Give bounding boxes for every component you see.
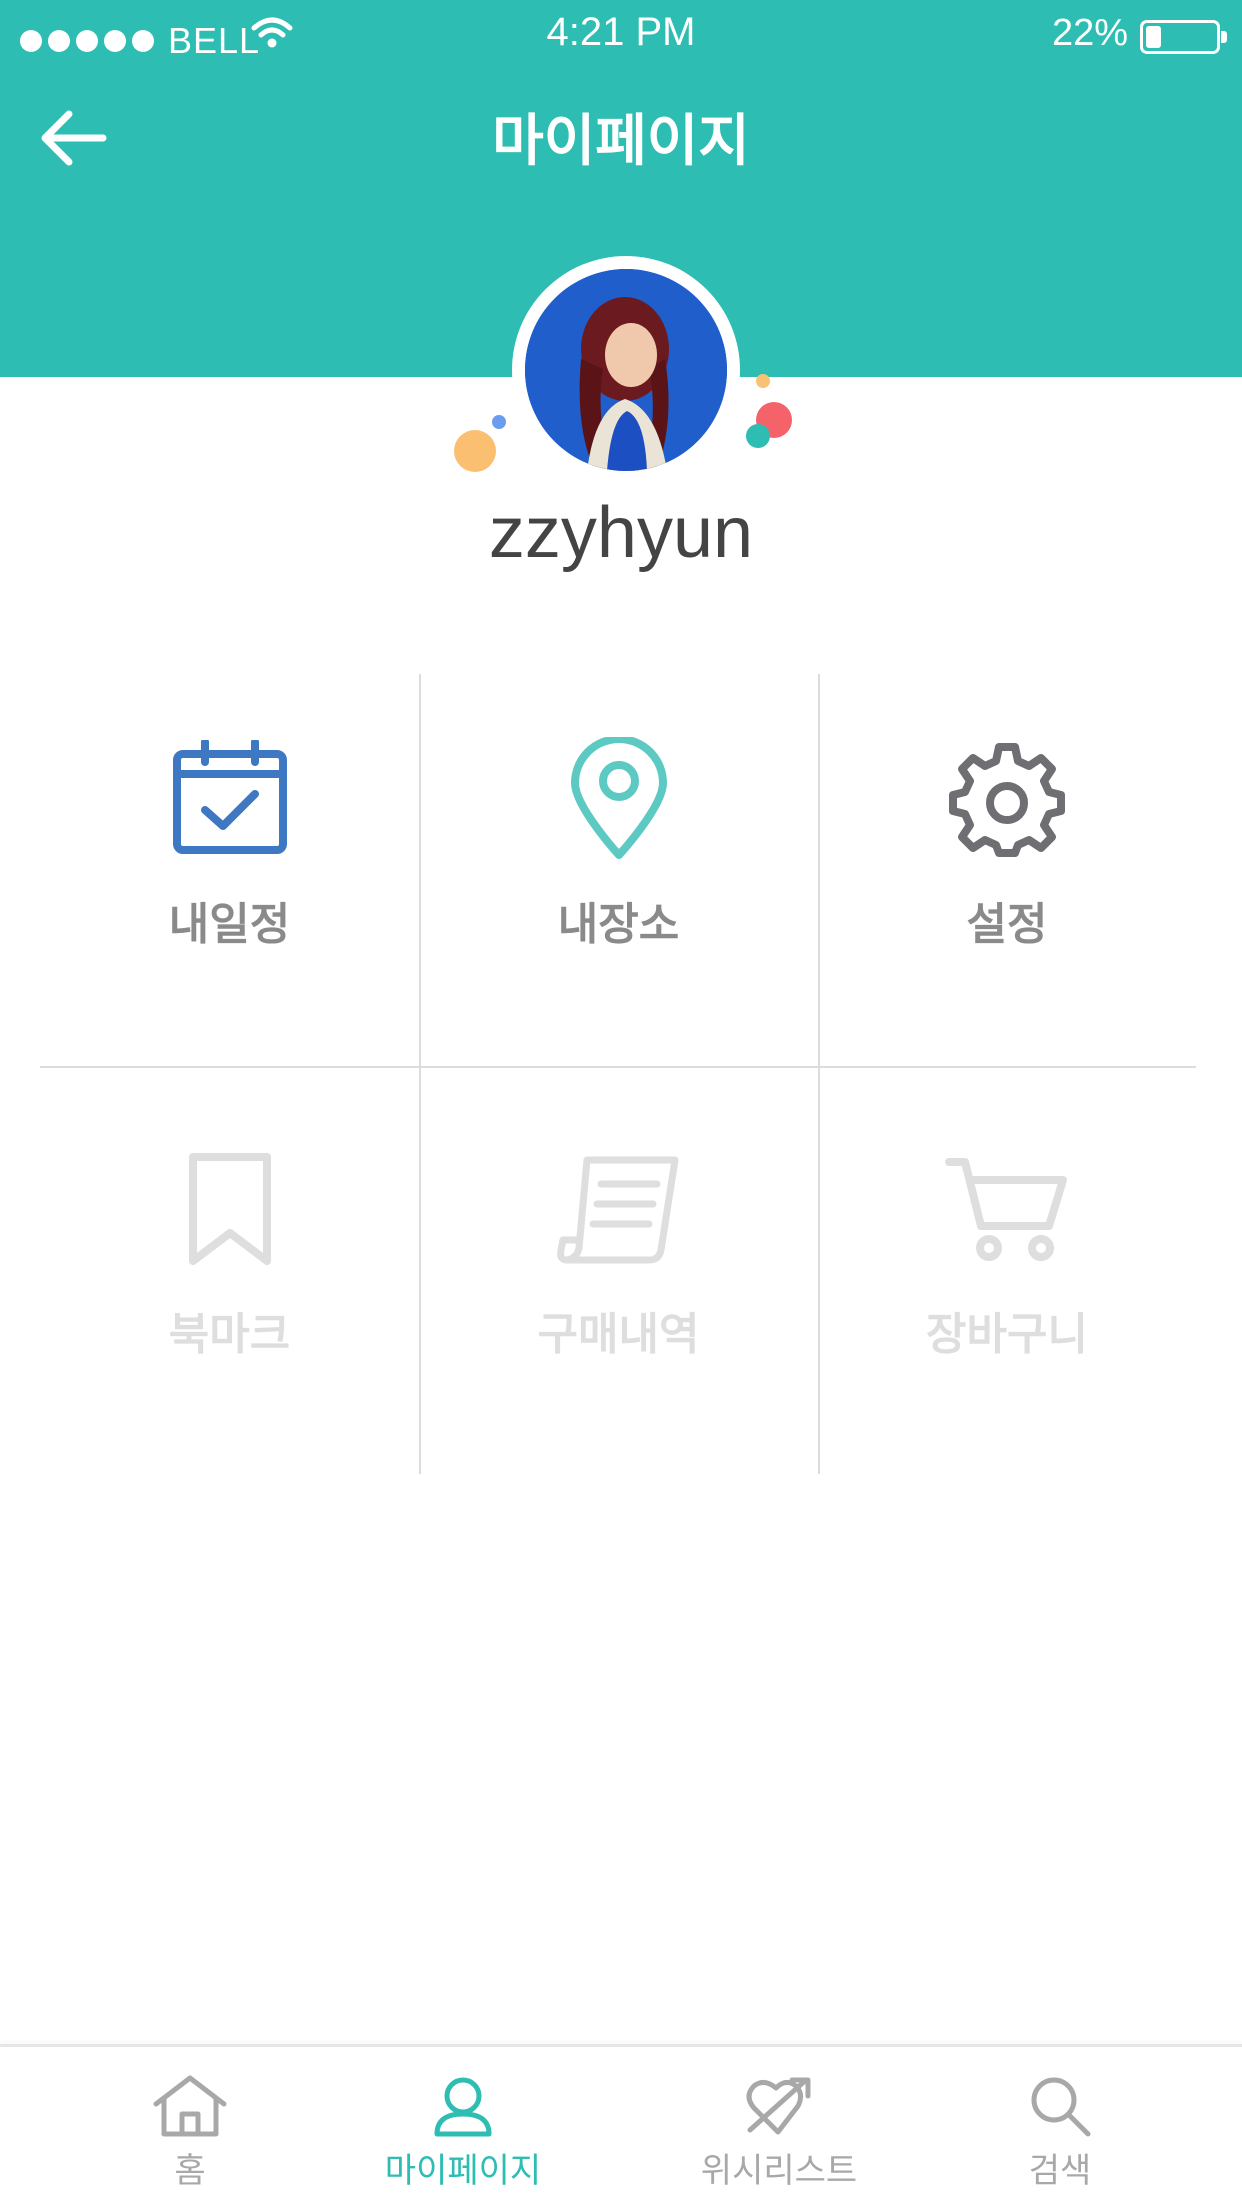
menu-item-label: 북마크	[168, 1309, 291, 1360]
battery-level-fill	[1146, 26, 1161, 48]
calendar-check-icon	[165, 734, 295, 864]
menu-item-cart[interactable]: 장바구니	[818, 1144, 1196, 1362]
menu-item-label: 구매내역	[537, 1309, 700, 1360]
decor-dot-orange	[454, 430, 496, 472]
grid-divider	[40, 1066, 1196, 1068]
battery-percent: 22%	[1051, 12, 1128, 54]
user-icon	[423, 2073, 503, 2139]
menu-item-label: 내일정	[168, 899, 291, 950]
tab-label: 위시리스트	[700, 2151, 858, 2191]
cart-icon	[942, 1144, 1072, 1274]
page-title: 마이페이지	[492, 109, 750, 174]
bookmark-icon	[165, 1144, 295, 1274]
heart-arrow-icon	[739, 2073, 819, 2139]
menu-item-label: 설정	[966, 899, 1048, 950]
menu-item-my-schedule[interactable]: 내일정	[40, 734, 419, 952]
tab-bar: 홈 마이페이지 위시리스트 검색	[0, 2044, 1242, 2208]
menu-item-bookmark[interactable]: 북마크	[40, 1144, 419, 1362]
battery-icon	[1140, 20, 1227, 54]
menu-item-my-places[interactable]: 내장소	[419, 734, 818, 952]
map-pin-icon	[554, 734, 684, 864]
menu-item-settings[interactable]: 설정	[818, 734, 1196, 952]
avatar[interactable]	[512, 256, 740, 484]
tab-label: 홈	[174, 2151, 206, 2191]
gear-icon	[942, 734, 1072, 864]
tab-label: 검색	[1028, 2151, 1092, 2191]
menu-item-label: 내장소	[557, 899, 680, 950]
tab-home[interactable]: 홈	[130, 2073, 250, 2192]
tab-search[interactable]: 검색	[1000, 2073, 1120, 2192]
receipt-icon	[554, 1144, 684, 1274]
menu-item-label: 장바구니	[926, 1309, 1088, 1360]
avatar-photo	[525, 269, 727, 471]
tab-wishlist[interactable]: 위시리스트	[684, 2073, 874, 2192]
username: zzyhyun	[488, 493, 754, 573]
decor-dot-blue	[492, 415, 506, 429]
menu-item-purchase-history[interactable]: 구매내역	[419, 1144, 818, 1362]
status-bar: BELL 4:21 PM 22%	[0, 0, 1242, 72]
tab-mypage[interactable]: 마이페이지	[368, 2073, 558, 2192]
home-icon	[150, 2073, 230, 2139]
search-icon	[1020, 2073, 1100, 2139]
tab-label: 마이페이지	[384, 2151, 542, 2191]
menu-grid: 내일정 내장소 설정 북마크 구매내역 장바구니	[40, 674, 1196, 1474]
decor-dot-teal	[746, 424, 770, 448]
decor-dot-yellow	[756, 374, 770, 388]
